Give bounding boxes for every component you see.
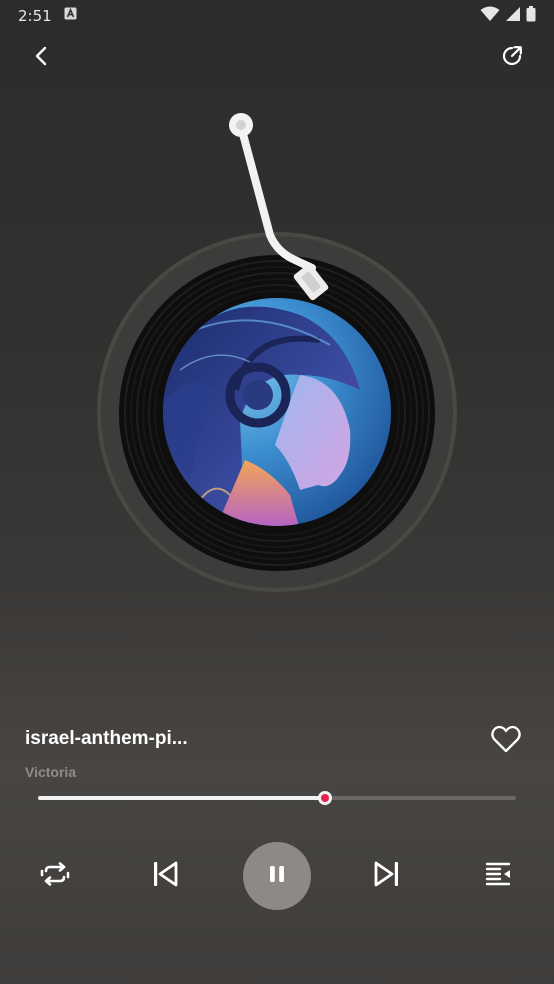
battery-icon — [526, 5, 536, 27]
repeat-icon — [38, 861, 72, 892]
queue-button[interactable] — [474, 840, 524, 912]
track-title: israel-anthem-pi... — [25, 728, 188, 749]
wifi-icon — [480, 6, 500, 27]
vinyl-turntable — [0, 100, 554, 620]
next-button[interactable] — [362, 840, 412, 912]
notification-icon — [64, 7, 77, 25]
play-pause-button[interactable] — [243, 842, 311, 910]
repeat-button[interactable] — [30, 840, 80, 912]
skip-previous-icon — [152, 861, 178, 892]
playback-controls — [0, 840, 554, 912]
heart-icon — [490, 725, 522, 758]
track-artist: Victoria — [25, 764, 77, 780]
progress-fill — [38, 796, 325, 800]
queue-icon — [485, 861, 513, 892]
status-time: 2:51 — [18, 7, 52, 25]
back-button[interactable] — [24, 40, 60, 76]
share-icon — [499, 43, 525, 74]
progress-thumb[interactable] — [317, 791, 332, 805]
pause-icon — [267, 864, 287, 889]
status-bar: 2:51 — [0, 0, 554, 32]
chevron-left-icon — [31, 45, 53, 72]
progress-bar[interactable] — [38, 791, 516, 805]
share-button[interactable] — [494, 40, 530, 76]
skip-next-icon — [374, 861, 400, 892]
favorite-button[interactable] — [490, 724, 522, 754]
signal-icon — [506, 6, 520, 26]
previous-button[interactable] — [140, 840, 190, 912]
